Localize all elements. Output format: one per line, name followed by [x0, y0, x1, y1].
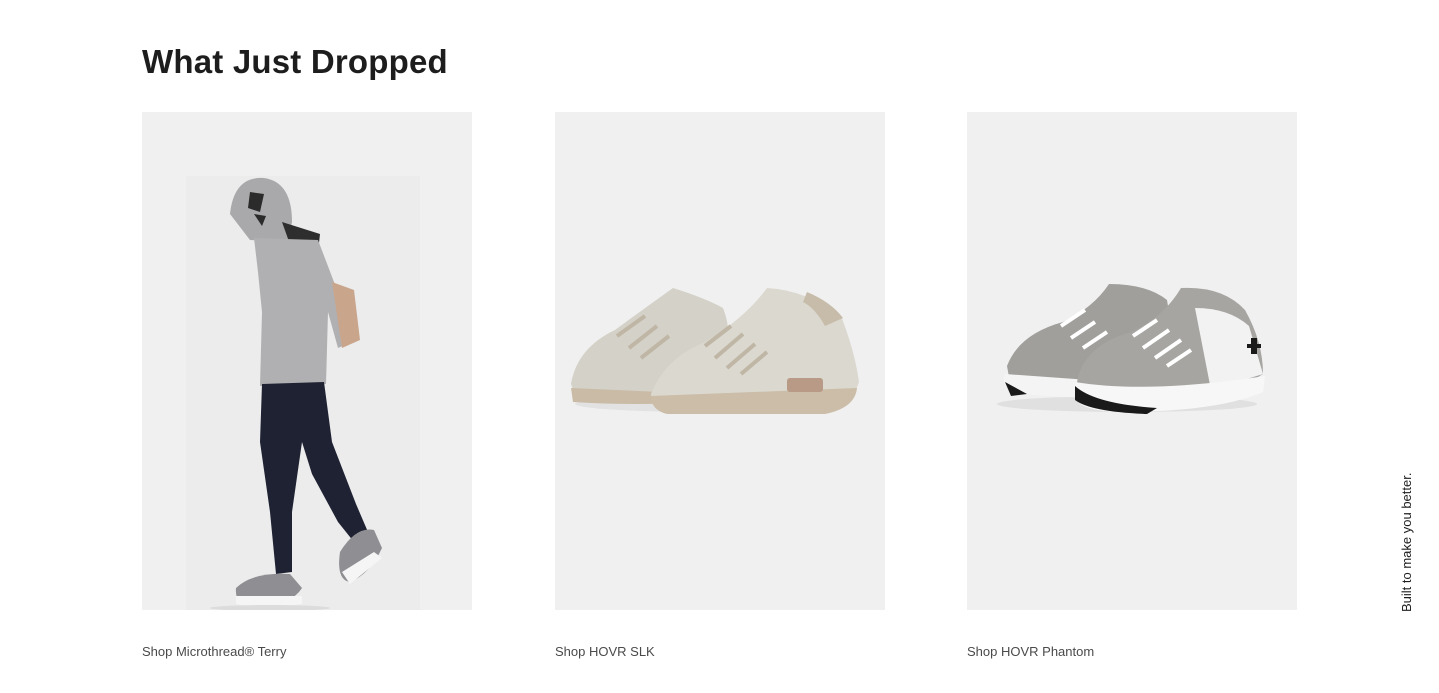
- product-image-hovr-slk[interactable]: [555, 112, 885, 610]
- shop-hovr-slk-link[interactable]: Shop HOVR SLK: [555, 644, 655, 660]
- product-tile-hovr-phantom: Shop HOVR Phantom: [967, 112, 1297, 661]
- page: What Just Dropped Shop Microthread® Terr…: [0, 0, 1439, 693]
- product-image-microthread-terry[interactable]: [142, 112, 472, 610]
- product-image-hovr-phantom[interactable]: [967, 112, 1297, 610]
- product-tile-hovr-slk: Shop HOVR SLK: [555, 112, 885, 661]
- beige-shoes-image: [571, 288, 859, 414]
- grey-white-shoes-image: [997, 284, 1265, 414]
- shop-microthread-terry-link[interactable]: Shop Microthread® Terry: [142, 644, 286, 660]
- section-title: What Just Dropped: [142, 43, 448, 80]
- brand-tagline: Built to make you better.: [1399, 472, 1414, 612]
- shop-hovr-phantom-link[interactable]: Shop HOVR Phantom: [967, 644, 1094, 660]
- model-in-hoodie-image: [186, 176, 420, 610]
- product-tile-microthread-terry: Shop Microthread® Terry: [142, 112, 472, 661]
